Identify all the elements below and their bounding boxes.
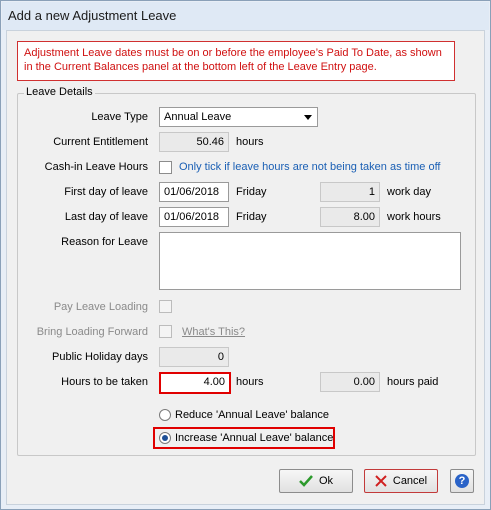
current-entitlement-label: Current Entitlement	[53, 136, 148, 148]
last-day-weekday: Friday	[236, 211, 267, 223]
ok-button[interactable]: Ok	[279, 469, 353, 493]
first-day-label: First day of leave	[64, 186, 148, 198]
cash-in-label: Cash-in Leave Hours	[44, 161, 148, 173]
help-button[interactable]: ?	[450, 469, 474, 493]
help-icon: ?	[455, 474, 469, 488]
pay-leave-loading-checkbox[interactable]	[159, 300, 172, 313]
bring-loading-forward-checkbox[interactable]	[159, 325, 172, 338]
warning-message: Adjustment Leave dates must be on or bef…	[17, 41, 455, 81]
cancel-button[interactable]: Cancel	[364, 469, 438, 493]
reduce-balance-label: Reduce 'Annual Leave' balance	[175, 409, 330, 421]
hours-paid-value: 0.00	[320, 372, 380, 392]
increase-balance-label: Increase 'Annual Leave' balance	[175, 432, 334, 444]
public-holiday-value: 0	[159, 347, 229, 367]
pay-leave-loading-label: Pay Leave Loading	[53, 301, 148, 313]
hours-to-be-taken-label: Hours to be taken	[61, 376, 148, 388]
dropdown-arrow-icon	[304, 115, 312, 120]
reason-textarea[interactable]	[159, 232, 461, 290]
first-day-weekday: Friday	[236, 186, 267, 198]
increase-balance-radio[interactable]	[159, 432, 171, 444]
last-day-label: Last day of leave	[64, 211, 148, 223]
ok-label: Ok	[318, 475, 334, 487]
reduce-balance-radio[interactable]	[159, 409, 171, 421]
last-day-input[interactable]: 01/06/2018	[159, 207, 229, 227]
work-day-unit: work day	[387, 186, 432, 198]
warning-line-2: in the Current Balances panel at the bot…	[24, 61, 377, 73]
dialog-body: Adjustment Leave dates must be on or bef…	[6, 30, 485, 505]
leave-type-value: Annual Leave	[164, 111, 232, 123]
current-entitlement-value: 50.46	[159, 132, 229, 152]
checkmark-icon	[299, 475, 313, 487]
group-title: Leave Details	[24, 86, 95, 98]
public-holiday-label: Public Holiday days	[52, 351, 148, 363]
leave-details-group: Leave Details Leave Type Annual Leave Cu…	[17, 86, 476, 456]
reason-label: Reason for Leave	[61, 236, 148, 248]
cash-in-checkbox[interactable]	[159, 161, 172, 174]
work-hours-value: 8.00	[320, 207, 380, 227]
warning-line-1: Adjustment Leave dates must be on or bef…	[24, 47, 442, 59]
current-entitlement-unit: hours	[236, 136, 264, 148]
hours-to-be-taken-unit: hours	[236, 376, 264, 388]
whats-this-link[interactable]: What's This?	[182, 326, 245, 338]
leave-type-select[interactable]: Annual Leave	[159, 107, 318, 127]
cash-in-note: Only tick if leave hours are not being t…	[179, 161, 441, 173]
cross-icon	[375, 475, 387, 487]
window-title: Add a new Adjustment Leave	[2, 2, 489, 30]
work-day-count: 1	[320, 182, 380, 202]
hours-to-be-taken-input[interactable]: 4.00	[159, 372, 231, 394]
hours-paid-unit: hours paid	[387, 376, 439, 388]
bring-loading-forward-label: Bring Loading Forward	[36, 326, 148, 338]
work-hours-unit: work hours	[387, 211, 441, 223]
radio-selected-dot	[162, 435, 168, 441]
dialog-window: Add a new Adjustment Leave Adjustment Le…	[0, 0, 491, 510]
cancel-label: Cancel	[392, 475, 428, 487]
leave-type-label: Leave Type	[91, 111, 148, 123]
first-day-input[interactable]: 01/06/2018	[159, 182, 229, 202]
